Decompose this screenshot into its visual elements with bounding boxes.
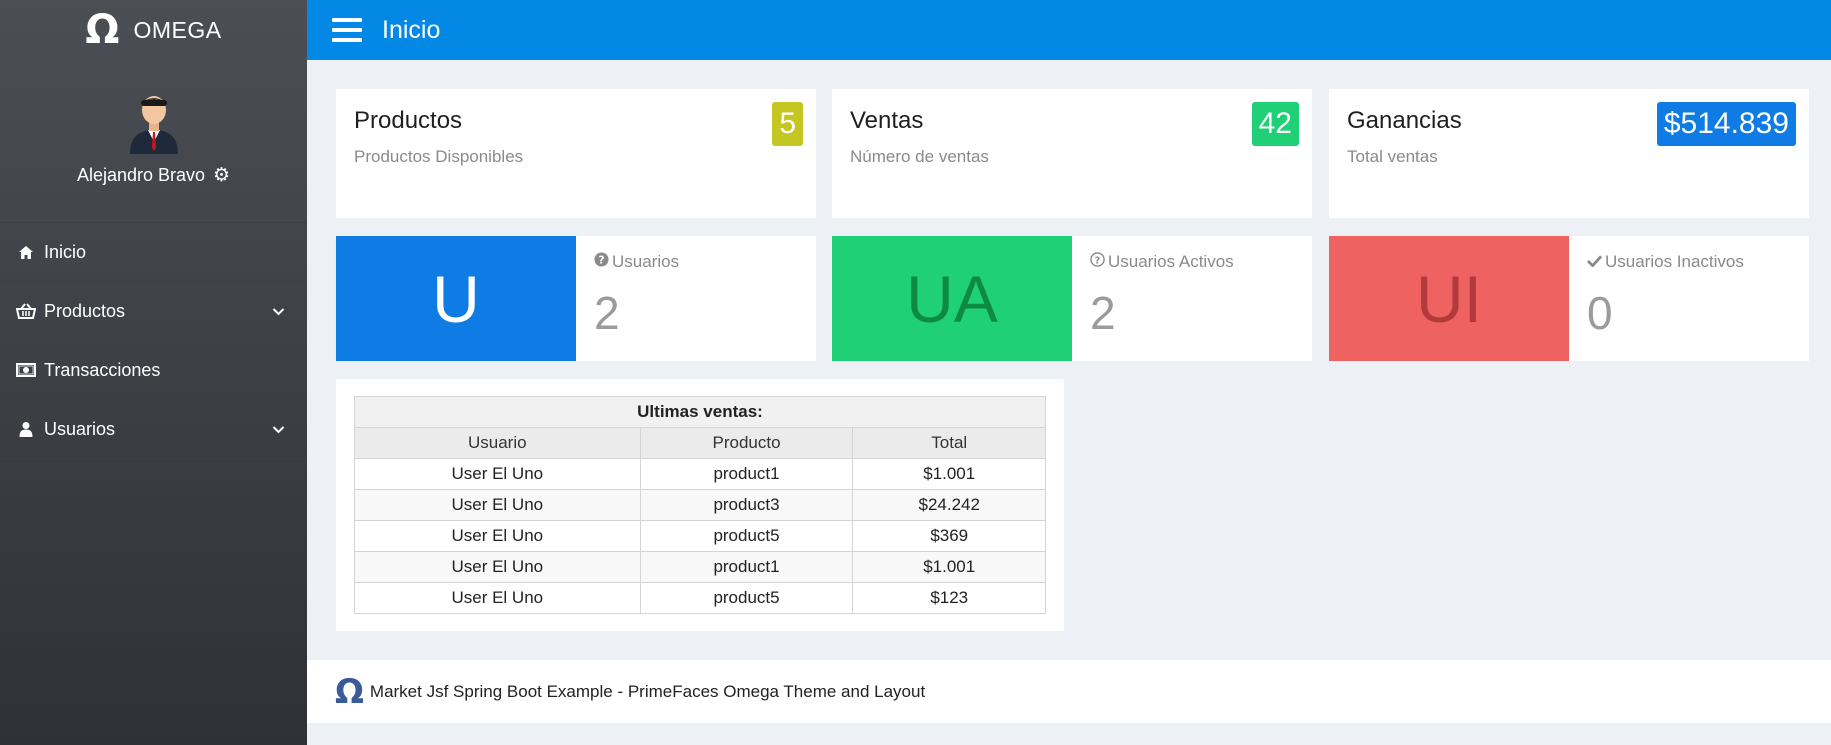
stat-card-productos: Productos Productos Disponibles 5	[336, 89, 816, 218]
table-row[interactable]: User El Uno product5 $123	[354, 582, 1046, 614]
user-label: Usuarios Inactivos	[1605, 252, 1744, 271]
user-name: Alejandro Bravo	[76, 164, 206, 185]
gear-icon[interactable]: ⚙	[213, 164, 230, 186]
footer-text: Market Jsf Spring Boot Example - PrimeFa…	[369, 681, 926, 701]
question-circle-icon: ?	[1090, 252, 1105, 272]
table-caption: Ultimas ventas:	[354, 396, 1046, 428]
user-count: 2	[1090, 287, 1116, 339]
cell-total: $123	[852, 582, 1046, 614]
user-abbr-box: U	[336, 236, 576, 361]
stat-badge: $514.839	[1656, 102, 1796, 146]
sidebar-item-label: Transacciones	[44, 359, 161, 380]
column-header-usuario[interactable]: Usuario	[354, 427, 641, 459]
cell-total: $369	[852, 520, 1046, 552]
sidebar-item-label: Productos	[44, 300, 126, 321]
omega-logo-icon: Ω	[85, 7, 120, 53]
omega-logo-icon: Ω	[335, 671, 364, 712]
sidebar: Ω OMEGA Alejandro Bravo ⚙ Inicio Product…	[0, 0, 307, 745]
cell-total: $1.001	[852, 458, 1046, 490]
money-icon	[16, 363, 36, 377]
table-row[interactable]: User El Uno product1 $1.001	[354, 458, 1046, 490]
stat-card-ganancias: Ganancias Total ventas $514.839	[1329, 89, 1809, 218]
user-abbr-box: UA	[832, 236, 1072, 361]
user-card-usuarios: U ? Usuarios 2	[336, 236, 816, 361]
sidebar-item-label: Usuarios	[44, 418, 116, 439]
user-count: 0	[1587, 287, 1613, 339]
sidebar-item-transacciones[interactable]: Transacciones	[0, 341, 307, 400]
basket-icon	[16, 303, 36, 319]
page-title: Inicio	[382, 15, 441, 44]
table-row[interactable]: User El Uno product5 $369	[354, 520, 1046, 552]
sidebar-item-productos[interactable]: Productos	[0, 282, 307, 341]
profile-panel: Alejandro Bravo ⚙	[0, 60, 307, 223]
stat-badge: 5	[772, 102, 803, 146]
sidebar-item-inicio[interactable]: Inicio	[0, 223, 307, 282]
user-label: Usuarios Activos	[1108, 252, 1234, 271]
cell-total: $1.001	[852, 551, 1046, 583]
column-header-producto[interactable]: Producto	[639, 427, 854, 459]
stat-card-ventas: Ventas Número de ventas 42	[832, 89, 1312, 218]
cell-producto: product5	[639, 582, 854, 614]
topbar: Inicio	[307, 0, 1831, 60]
table-row[interactable]: User El Uno product1 $1.001	[354, 551, 1046, 583]
footer: Ω Market Jsf Spring Boot Example - Prime…	[307, 660, 1831, 723]
cell-total: $24.242	[852, 489, 1046, 521]
stat-subtitle: Total ventas	[1347, 147, 1438, 166]
brand[interactable]: Ω OMEGA	[0, 0, 307, 60]
svg-text:?: ?	[1095, 255, 1100, 266]
sales-table: Ultimas ventas: Usuario Producto Total U…	[354, 396, 1046, 614]
check-icon	[1586, 252, 1603, 272]
user-abbr-box: UI	[1329, 236, 1569, 361]
home-icon	[16, 245, 36, 260]
cell-usuario: User El Uno	[354, 582, 641, 614]
chevron-down-icon[interactable]	[272, 301, 285, 322]
hamburger-icon[interactable]	[332, 18, 362, 42]
stat-title: Productos	[354, 107, 463, 134]
question-circle-icon: ?	[594, 252, 609, 272]
svg-text:?: ?	[599, 254, 605, 266]
chevron-down-icon[interactable]	[272, 419, 285, 440]
table-row[interactable]: User El Uno product3 $24.242	[354, 489, 1046, 521]
cell-usuario: User El Uno	[354, 489, 641, 521]
user-card-usuarios-inactivos: UI Usuarios Inactivos 0	[1329, 236, 1809, 361]
sidebar-item-label: Inicio	[44, 241, 87, 262]
avatar[interactable]	[126, 90, 182, 154]
cell-producto: product5	[639, 520, 854, 552]
user-icon	[16, 421, 36, 437]
stat-subtitle: Productos Disponibles	[354, 147, 524, 166]
user-card-usuarios-activos: UA ? Usuarios Activos 2	[832, 236, 1312, 361]
column-header-total[interactable]: Total	[852, 427, 1046, 459]
sales-table-card: Ultimas ventas: Usuario Producto Total U…	[336, 379, 1064, 631]
cell-usuario: User El Uno	[354, 520, 641, 552]
user-label: Usuarios	[612, 252, 680, 271]
cell-producto: product1	[639, 551, 854, 583]
stat-subtitle: Número de ventas	[850, 147, 989, 166]
stat-title: Ventas	[850, 107, 924, 134]
user-count: 2	[594, 287, 620, 339]
cell-usuario: User El Uno	[354, 458, 641, 490]
cell-producto: product3	[639, 489, 854, 521]
sidebar-item-usuarios[interactable]: Usuarios	[0, 400, 307, 459]
cell-usuario: User El Uno	[354, 551, 641, 583]
cell-producto: product1	[639, 458, 854, 490]
app-name: OMEGA	[133, 16, 222, 43]
stat-badge: 42	[1251, 102, 1299, 146]
